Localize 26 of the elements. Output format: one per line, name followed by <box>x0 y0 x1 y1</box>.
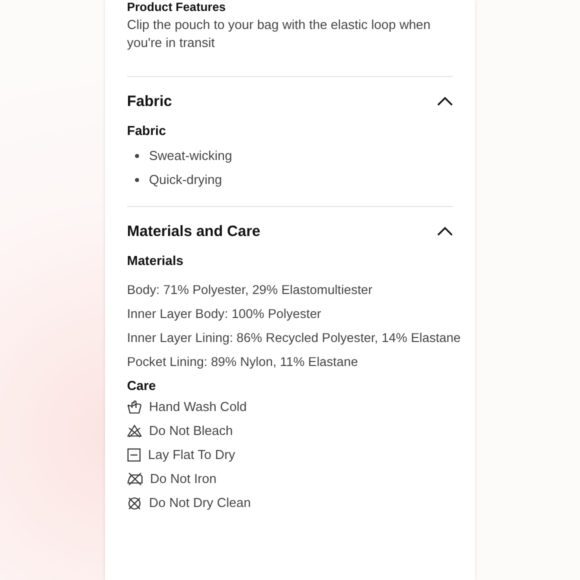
washtub-hand-icon <box>127 400 142 414</box>
feature-description: Clip the pouch to your bag with the elastic loop when you're in transit <box>127 16 432 52</box>
material-line: Pocket Lining: 89% Nylon, 11% Elastane <box>127 353 358 371</box>
care-instruction: Hand Wash Cold <box>149 398 247 416</box>
accordion-title[interactable]: Materials and Care <box>127 222 260 240</box>
crossed-iron-icon <box>127 472 143 486</box>
subheading: Fabric <box>127 123 168 138</box>
crossed-circle-icon <box>127 496 142 510</box>
section-heading: Product Features <box>127 0 227 14</box>
material-line: Inner Layer Lining: 86% Recycled Polyester, 14% Elastane <box>127 329 461 347</box>
crossed-triangle-icon <box>127 424 142 438</box>
chevron-icon[interactable] <box>437 226 453 236</box>
bullet-icon <box>135 178 139 182</box>
care-instruction: Do Not Dry Clean <box>149 494 251 512</box>
care-instruction: Do Not Bleach <box>149 422 233 440</box>
list-item: Quick-drying <box>149 171 222 189</box>
chevron-icon[interactable] <box>437 96 453 106</box>
material-line: Body: 71% Polyester, 29% Elastomultiester <box>127 281 372 299</box>
care-instruction: Lay Flat To Dry <box>148 446 236 464</box>
care-instruction: Do Not Iron <box>150 470 216 488</box>
material-line: Inner Layer Body: 100% Polyester <box>127 305 322 323</box>
accordion-title[interactable]: Fabric <box>127 92 172 110</box>
subheading: Materials <box>127 253 184 268</box>
subheading: Care <box>127 378 157 393</box>
bullet-icon <box>135 154 139 158</box>
list-item: Sweat-wicking <box>149 147 232 165</box>
